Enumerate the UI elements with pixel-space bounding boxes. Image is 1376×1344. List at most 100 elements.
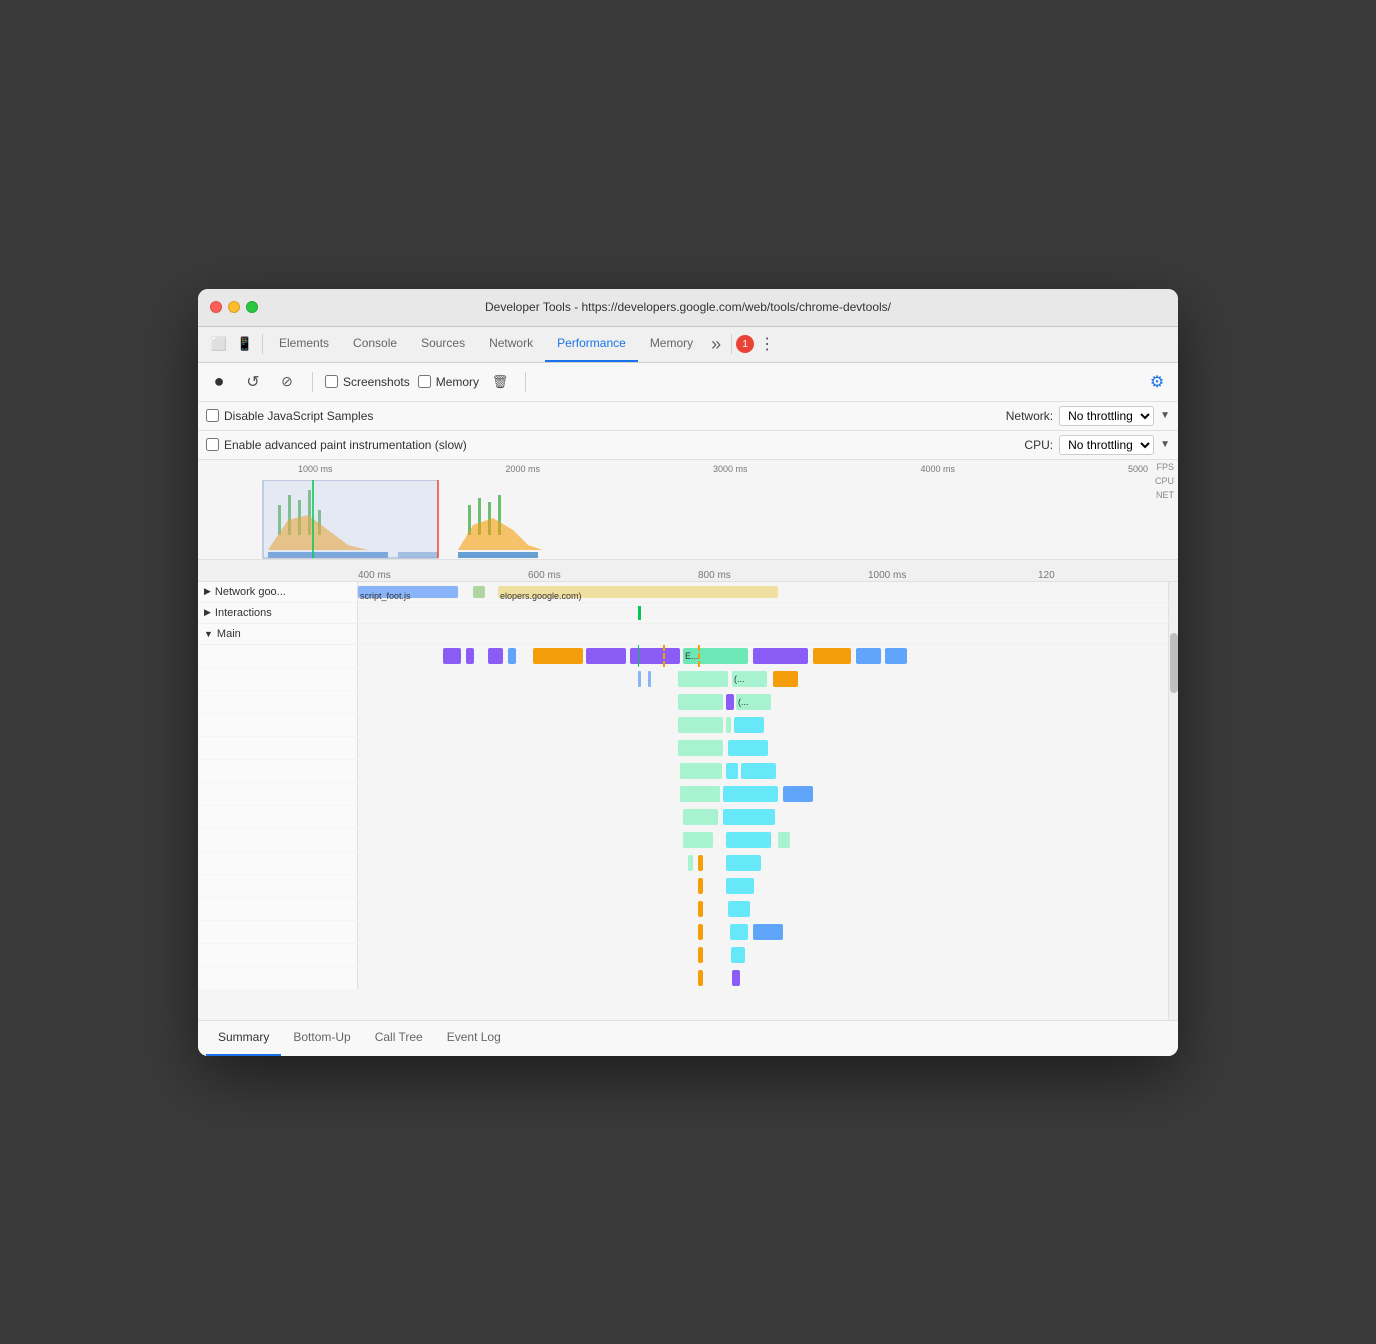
inspect-icon[interactable]: ⬜ [206, 331, 232, 357]
time-label-1000: 1000 ms [298, 464, 333, 474]
flame-yellow-9[interactable] [698, 970, 703, 986]
tab-memory[interactable]: Memory [638, 326, 705, 362]
flame-green-4[interactable] [678, 717, 723, 733]
flame-block-purple-2[interactable] [466, 648, 474, 664]
close-button[interactable] [210, 301, 222, 313]
record-button[interactable]: ● [206, 369, 232, 395]
flame-block-yellow-2[interactable] [813, 648, 851, 664]
network-row-label[interactable]: ▶ Network goo... [198, 582, 358, 602]
flame-purple-3[interactable] [726, 694, 734, 710]
flame-cyan-9[interactable] [726, 878, 754, 894]
tab-call-tree[interactable]: Call Tree [363, 1020, 435, 1056]
vertical-scrollbar[interactable] [1168, 624, 1178, 1020]
flame-yellow-7[interactable] [698, 924, 703, 940]
flame-block-green-E[interactable]: E... [683, 648, 748, 664]
disable-js-samples-toggle[interactable]: Disable JavaScript Samples [206, 409, 373, 423]
tab-performance[interactable]: Performance [545, 326, 638, 362]
enable-paint-toggle[interactable]: Enable advanced paint instrumentation (s… [206, 438, 467, 452]
flame-green-3[interactable] [678, 694, 723, 710]
disable-js-samples-checkbox[interactable] [206, 409, 219, 422]
flame-row-3-label [198, 691, 358, 713]
flame-cyan-5[interactable] [723, 786, 778, 802]
flame-cyan-11[interactable] [730, 924, 748, 940]
perf-toolbar: ● ↺ ⊘ Screenshots Memory 🗑 ⚙ [198, 363, 1178, 402]
window-title: Developer Tools - https://developers.goo… [485, 300, 891, 314]
flame-green-10[interactable] [683, 832, 713, 848]
flame-cyan-1[interactable] [734, 717, 764, 733]
flame-block-blue-2[interactable] [856, 648, 881, 664]
stop-button[interactable]: ⊘ [274, 369, 300, 395]
network-throttle-select[interactable]: No throttling [1059, 406, 1154, 426]
flame-row-7-label [198, 783, 358, 805]
scrollbar-track[interactable] [1168, 582, 1178, 602]
flame-yellow-6[interactable] [698, 901, 703, 917]
minimize-button[interactable] [228, 301, 240, 313]
flame-block-purple-3[interactable] [488, 648, 503, 664]
settings-icon[interactable]: ⚙ [1144, 369, 1170, 395]
tab-summary[interactable]: Summary [206, 1020, 281, 1056]
flame-block-blue-1[interactable] [508, 648, 516, 664]
flame-yellow-3[interactable] [773, 671, 798, 687]
flame-green-call-1[interactable]: (... [732, 671, 767, 687]
flame-green-11[interactable] [778, 832, 790, 848]
flame-cyan-2[interactable] [728, 740, 768, 756]
cpu-throttle-select[interactable]: No throttling [1059, 435, 1154, 455]
memory-checkbox[interactable] [418, 375, 431, 388]
flame-yellow-8[interactable] [698, 947, 703, 963]
tab-console[interactable]: Console [341, 326, 409, 362]
flame-cyan-3[interactable] [726, 763, 738, 779]
flame-yellow-4[interactable] [698, 855, 703, 871]
flame-cyan-12[interactable] [731, 947, 745, 963]
flame-green-9[interactable] [683, 809, 718, 825]
flame-blue-5[interactable] [753, 924, 783, 940]
network-bar-3: elopers.google.com) [498, 586, 778, 598]
flame-green-5[interactable] [726, 717, 731, 733]
flame-green-7[interactable] [680, 763, 722, 779]
toolbar-divider-2 [525, 372, 526, 392]
tab-bottom-up[interactable]: Bottom-Up [281, 1020, 362, 1056]
flame-scroll-area: ▼ Main E... [198, 624, 1168, 1020]
tab-event-log[interactable]: Event Log [435, 1020, 513, 1056]
flame-cyan-7[interactable] [726, 832, 771, 848]
flame-cyan-8[interactable] [726, 855, 761, 871]
more-options-icon[interactable]: ⋮ [754, 331, 780, 357]
flame-block-purple-4[interactable] [586, 648, 626, 664]
flame-green-8[interactable] [680, 786, 720, 802]
flame-block-purple-6[interactable] [753, 648, 808, 664]
flame-green-call-2[interactable]: (... [736, 694, 771, 710]
screenshots-toggle[interactable]: Screenshots [325, 375, 410, 389]
maximize-button[interactable] [246, 301, 258, 313]
flame-block-blue-3[interactable] [885, 648, 907, 664]
flame-cyan-10[interactable] [728, 901, 750, 917]
more-tabs-button[interactable]: » [705, 334, 727, 355]
flame-cyan-4[interactable] [741, 763, 776, 779]
flame-block-yellow-1[interactable] [533, 648, 583, 664]
flame-mini-2[interactable] [648, 671, 651, 687]
tab-elements[interactable]: Elements [267, 326, 341, 362]
flame-mini-1[interactable] [638, 671, 641, 687]
reload-button[interactable]: ↺ [240, 369, 266, 395]
main-section-label[interactable]: ▼ Main [198, 624, 358, 644]
enable-paint-checkbox[interactable] [206, 438, 219, 451]
flame-green-2[interactable] [678, 671, 728, 687]
flame-purple-last[interactable] [732, 970, 740, 986]
flame-yellow-5[interactable] [698, 878, 703, 894]
tab-network[interactable]: Network [477, 326, 545, 362]
flame-green-12[interactable] [688, 855, 693, 871]
network-bar-2 [473, 586, 485, 598]
flame-block-purple-1[interactable] [443, 648, 461, 664]
memory-toggle[interactable]: Memory [418, 375, 479, 389]
device-icon[interactable]: 📱 [232, 331, 258, 357]
scrollbar-thumb[interactable] [1170, 633, 1178, 693]
flame-cyan-6[interactable] [723, 809, 775, 825]
mark-600: 600 ms [528, 570, 561, 581]
delete-button[interactable]: 🗑 [487, 369, 513, 395]
interactions-row-label[interactable]: ▶ Interactions [198, 603, 358, 623]
traffic-lights [210, 301, 258, 313]
flame-green-6[interactable] [678, 740, 723, 756]
screenshots-checkbox[interactable] [325, 375, 338, 388]
flame-row-8 [198, 806, 1168, 829]
tab-sources[interactable]: Sources [409, 326, 477, 362]
flame-blue-4[interactable] [783, 786, 813, 802]
flame-row-9-content [358, 829, 1168, 851]
